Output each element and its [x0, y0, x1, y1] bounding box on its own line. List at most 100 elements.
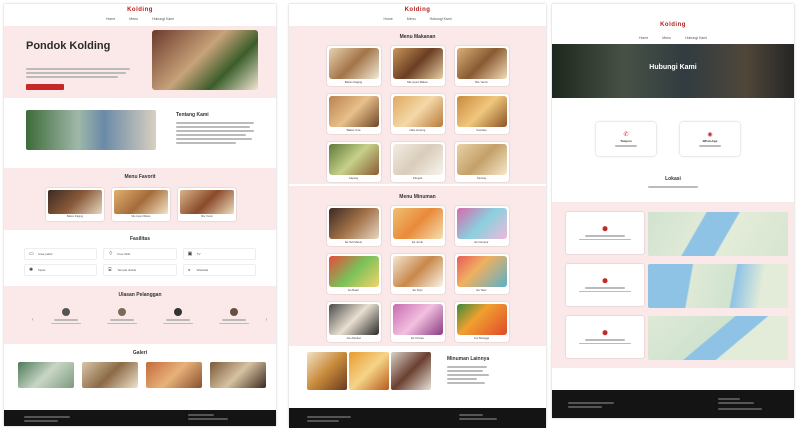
food-card[interactable]: Siomay [454, 142, 509, 182]
food-image [392, 48, 443, 79]
drink-image [456, 208, 507, 239]
favorite-card[interactable]: Mie Ayam Bakso [112, 188, 170, 221]
favorite-card[interactable]: Bakso Daging [46, 188, 104, 221]
drink-card[interactable]: Es Jeruk [390, 206, 445, 246]
whatsapp-card[interactable]: ◉ WhatsApp [680, 122, 740, 156]
food-caption: Capcay [348, 176, 359, 180]
navbar: Kolding Home Menu Hubungi Kami [552, 4, 794, 44]
food-card[interactable]: Bakso Daging [326, 46, 381, 86]
reviews-title: Ulasan Pelanggan [118, 292, 162, 298]
location-card[interactable]: ⬤ [566, 212, 644, 254]
drink-image [456, 256, 507, 287]
carousel-next-icon[interactable]: › [266, 317, 268, 323]
phone-card[interactable]: ✆ Telepon [596, 122, 656, 156]
location-map[interactable] [648, 212, 788, 256]
site-logo[interactable]: Kolding [405, 7, 431, 13]
food-caption: Bakso Urat [346, 128, 361, 132]
drink-card[interactable]: Es Campur [454, 206, 509, 246]
drink-card[interactable]: Es Teler [454, 254, 509, 294]
tv-icon: ▣ [187, 251, 193, 257]
drink-caption: Jus Alpukat [346, 336, 361, 340]
food-card[interactable]: Mie Ayam Bakso [390, 46, 445, 86]
food-card[interactable]: Capcay [326, 142, 381, 182]
drink-card[interactable]: Es Teh Manis [326, 206, 381, 246]
drink-image [328, 304, 379, 335]
favorite-card[interactable]: Mie Yamin [178, 188, 236, 221]
nav-link-home[interactable]: Home [106, 17, 115, 21]
footer-text-line [307, 420, 339, 422]
food-image [456, 144, 507, 175]
other-drink-image [307, 352, 347, 390]
favorite-image [114, 190, 168, 214]
avatar [229, 308, 238, 316]
footer-text-line [718, 402, 754, 404]
food-caption: Bakso Daging [344, 80, 363, 84]
screenshot-stage: Kolding Home Menu Hubungi Kami Pondok Ko… [0, 0, 798, 428]
gallery-image[interactable] [82, 362, 138, 388]
fan-icon: ✺ [29, 267, 34, 273]
about-shop-image [26, 110, 156, 150]
site-logo[interactable]: Kolding [660, 22, 686, 28]
reviews-carousel: ‹ › [32, 308, 267, 332]
food-caption: Mie Ayam Bakso [407, 80, 428, 84]
footer-text-line [568, 406, 602, 408]
review-card [42, 308, 90, 332]
gallery-image[interactable] [18, 362, 74, 388]
location-card[interactable]: ⬤ [566, 264, 644, 306]
drink-card[interactable]: Es Cincau [390, 302, 445, 342]
hero-cta-button[interactable] [26, 84, 64, 90]
food-card[interactable]: Mie Yamin [454, 46, 509, 86]
location-map[interactable] [648, 264, 788, 308]
drink-card[interactable]: Es Kopi [390, 254, 445, 294]
nav-link-menu[interactable]: Menu [662, 36, 671, 40]
drink-card[interactable]: Jus Mangga [454, 302, 509, 342]
food-card[interactable]: Kwetiau [454, 94, 509, 134]
nav-link-home[interactable]: Home [639, 36, 648, 40]
other-drink-image [349, 352, 389, 390]
site-logo[interactable]: Kolding [127, 7, 153, 13]
chair-icon: ⌸ [108, 267, 112, 273]
facility-label: TV [196, 252, 201, 256]
food-card[interactable]: Bakso Urat [326, 94, 381, 134]
about-section: Tentang Kami [4, 98, 276, 168]
footer-text-line [568, 402, 614, 404]
footer [552, 390, 794, 418]
wifi-icon: ⌔ [108, 251, 114, 257]
gallery-image[interactable] [210, 362, 266, 388]
drink-image [328, 256, 379, 287]
drink-card[interactable]: Jus Alpukat [326, 302, 381, 342]
drink-caption: Jus Mangga [473, 336, 490, 340]
map-pin-icon: ⬤ [602, 329, 608, 336]
food-card[interactable]: Pangsit [390, 142, 445, 182]
about-title: Tentang Kami [176, 112, 209, 118]
hero-title: Pondok Kolding [26, 40, 111, 52]
nav-links: Home Menu Hubungi Kami [552, 36, 794, 40]
nav-link-home[interactable]: Home [383, 17, 392, 21]
food-card[interactable]: Nasi Goreng [390, 94, 445, 134]
drink-image [328, 208, 379, 239]
nav-link-menu[interactable]: Menu [129, 17, 138, 21]
contact-cards: ✆ Telepon ◉ WhatsApp [596, 122, 740, 156]
nav-link-hubungi[interactable]: Hubungi Kami [430, 17, 452, 21]
location-map[interactable] [648, 316, 788, 360]
carousel-prev-icon[interactable]: ‹ [32, 317, 34, 323]
food-caption: Nasi Goreng [409, 128, 426, 132]
other-drinks-line [447, 374, 489, 376]
location-list: ⬤ ⬤ ⬤ [552, 202, 794, 368]
phone-number-line [615, 145, 637, 147]
location-card[interactable]: ⬤ [566, 316, 644, 358]
nav-link-hubungi[interactable]: Hubungi Kami [152, 17, 174, 21]
whatsapp-label: WhatsApp [702, 139, 718, 144]
favorite-menu-section: Menu Favorit Bakso Daging Mie Ayam Bakso… [4, 168, 276, 230]
drink-menu-title: Menu Minuman [399, 194, 436, 200]
drink-card[interactable]: Es Buah [326, 254, 381, 294]
nav-link-hubungi[interactable]: Hubungi Kami [685, 36, 707, 40]
whatsapp-number-line [699, 145, 721, 147]
facility-label: Tempat duduk [117, 268, 137, 272]
food-menu-title: Menu Makanan [399, 34, 436, 40]
hero-desc-line [26, 76, 118, 78]
map-pin-icon: ⬤ [602, 277, 608, 284]
gallery-image[interactable] [146, 362, 202, 388]
nav-link-menu[interactable]: Menu [407, 17, 416, 21]
location-row: ⬤ [566, 212, 788, 256]
